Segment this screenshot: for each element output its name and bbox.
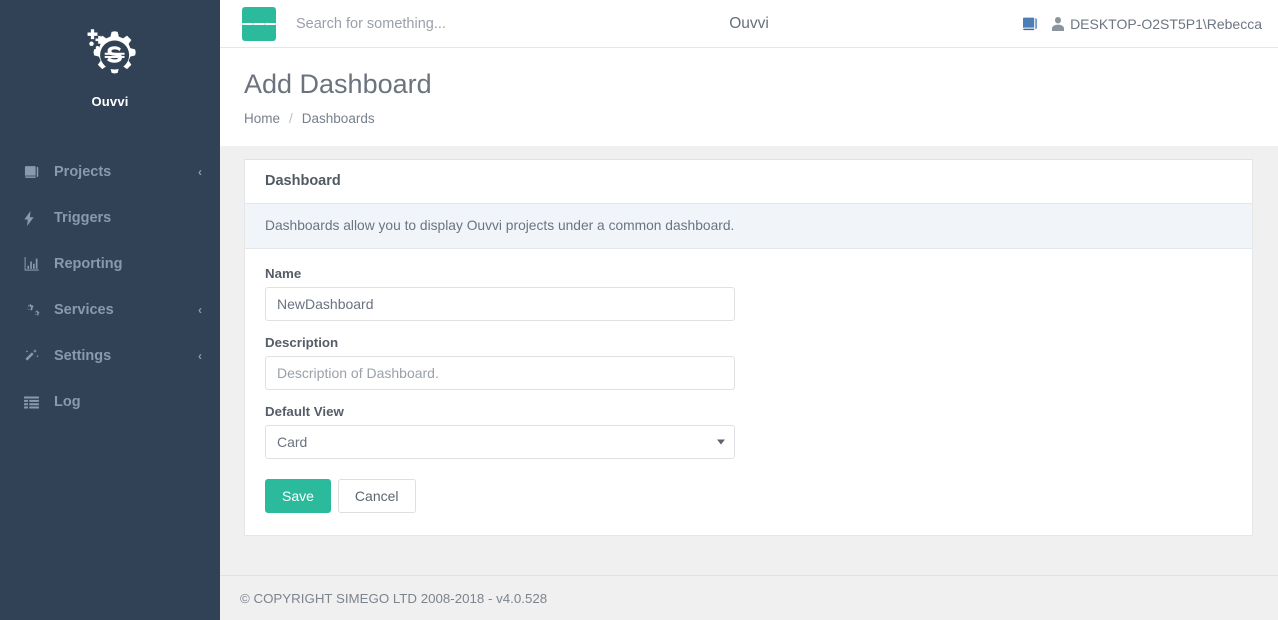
sidebar-item-settings[interactable]: Settings ‹ xyxy=(0,333,220,379)
user-name: DESKTOP-O2ST5P1\Rebecca xyxy=(1070,15,1262,32)
description-input[interactable] xyxy=(265,355,735,390)
breadcrumb-item-home[interactable]: Home xyxy=(244,111,280,126)
bolt-icon xyxy=(24,210,44,226)
list-icon xyxy=(24,396,44,409)
sidebar-item-projects[interactable]: Projects ‹ xyxy=(0,149,220,195)
hamburger-icon-bar xyxy=(253,22,265,25)
sidebar-item-reporting[interactable]: Reporting xyxy=(0,241,220,287)
default-view-select[interactable]: CardListGrid xyxy=(265,424,735,459)
dashboard-card: Dashboard Dashboards allow you to displa… xyxy=(244,158,1253,536)
hamburger-icon-bar xyxy=(242,22,254,25)
sidebar-item-log[interactable]: Log xyxy=(0,379,220,425)
sidebar-item-label: Settings xyxy=(54,348,112,364)
topbar: Ouvvi DESKTOP-O2ST5P1\Rebecca xyxy=(220,0,1278,48)
app-root: Ouvvi Projects ‹ Triggers Reporting Serv… xyxy=(0,0,1278,620)
sidebar-nav: Projects ‹ Triggers Reporting Services ‹… xyxy=(0,149,220,425)
chevron-left-icon[interactable]: ‹ xyxy=(198,304,202,316)
bar-chart-icon xyxy=(24,257,44,271)
card-body: Name Description Default View CardListGr… xyxy=(245,249,1252,535)
hamburger-icon-bar xyxy=(264,22,276,25)
book-icon xyxy=(24,165,44,179)
user-menu[interactable]: DESKTOP-O2ST5P1\Rebecca xyxy=(1052,16,1262,32)
card-header: Dashboard xyxy=(245,160,1252,204)
search-input[interactable] xyxy=(296,15,596,32)
sidebar: Ouvvi Projects ‹ Triggers Reporting Serv… xyxy=(0,0,220,620)
form-actions: Save Cancel xyxy=(265,478,1232,513)
brand[interactable]: Ouvvi xyxy=(0,0,220,127)
name-label: Name xyxy=(265,265,302,281)
chevron-left-icon[interactable]: ‹ xyxy=(198,350,202,362)
main-area: Ouvvi DESKTOP-O2ST5P1\Rebecca xyxy=(220,0,1278,620)
content-area: Dashboard Dashboards allow you to displa… xyxy=(220,145,1278,575)
sidebar-item-triggers[interactable]: Triggers xyxy=(0,195,220,241)
default-view-select-wrap: CardListGrid xyxy=(265,424,735,459)
name-input[interactable] xyxy=(265,286,735,321)
breadcrumb-separator: / xyxy=(289,110,293,126)
page-title: Add Dashboard xyxy=(244,69,432,99)
default-view-label: Default View xyxy=(265,403,344,419)
sidebar-item-services[interactable]: Services ‹ xyxy=(0,287,220,333)
magic-wand-icon xyxy=(24,349,44,363)
save-button[interactable]: Save xyxy=(265,478,331,513)
card-note: Dashboards allow you to display Ouvvi pr… xyxy=(245,203,1252,249)
footer: © COPYRIGHT SIMEGO LTD 2008-2018 - v4.0.… xyxy=(220,575,1278,620)
sidebar-item-label: Reporting xyxy=(54,256,123,272)
book-icon[interactable] xyxy=(1022,17,1038,31)
copyright-text: © COPYRIGHT SIMEGO LTD 2008-2018 - v4.0.… xyxy=(240,590,548,606)
user-icon xyxy=(1052,16,1065,31)
simego-gear-logo-icon xyxy=(77,22,143,88)
sidebar-item-label: Services xyxy=(54,302,114,318)
field-default-view: Default View CardListGrid xyxy=(265,404,1232,459)
hamburger-menu-button[interactable] xyxy=(242,6,276,41)
sidebar-item-label: Triggers xyxy=(54,210,112,226)
brand-name: Ouvvi xyxy=(91,94,129,109)
chevron-left-icon[interactable]: ‹ xyxy=(198,166,202,178)
card-title: Dashboard xyxy=(265,172,341,189)
description-label: Description xyxy=(265,334,339,350)
cancel-button[interactable]: Cancel xyxy=(337,478,416,513)
sidebar-item-label: Projects xyxy=(54,164,112,180)
breadcrumb: Home / Dashboards xyxy=(244,111,1278,126)
page-header: Add Dashboard Home / Dashboards xyxy=(220,48,1278,146)
topbar-right: DESKTOP-O2ST5P1\Rebecca xyxy=(1022,16,1262,32)
field-description: Description xyxy=(265,335,1232,390)
sidebar-item-label: Log xyxy=(54,394,81,410)
breadcrumb-item-dashboards[interactable]: Dashboards xyxy=(302,111,375,126)
cogs-icon xyxy=(24,303,44,317)
field-name: Name xyxy=(265,266,1232,321)
